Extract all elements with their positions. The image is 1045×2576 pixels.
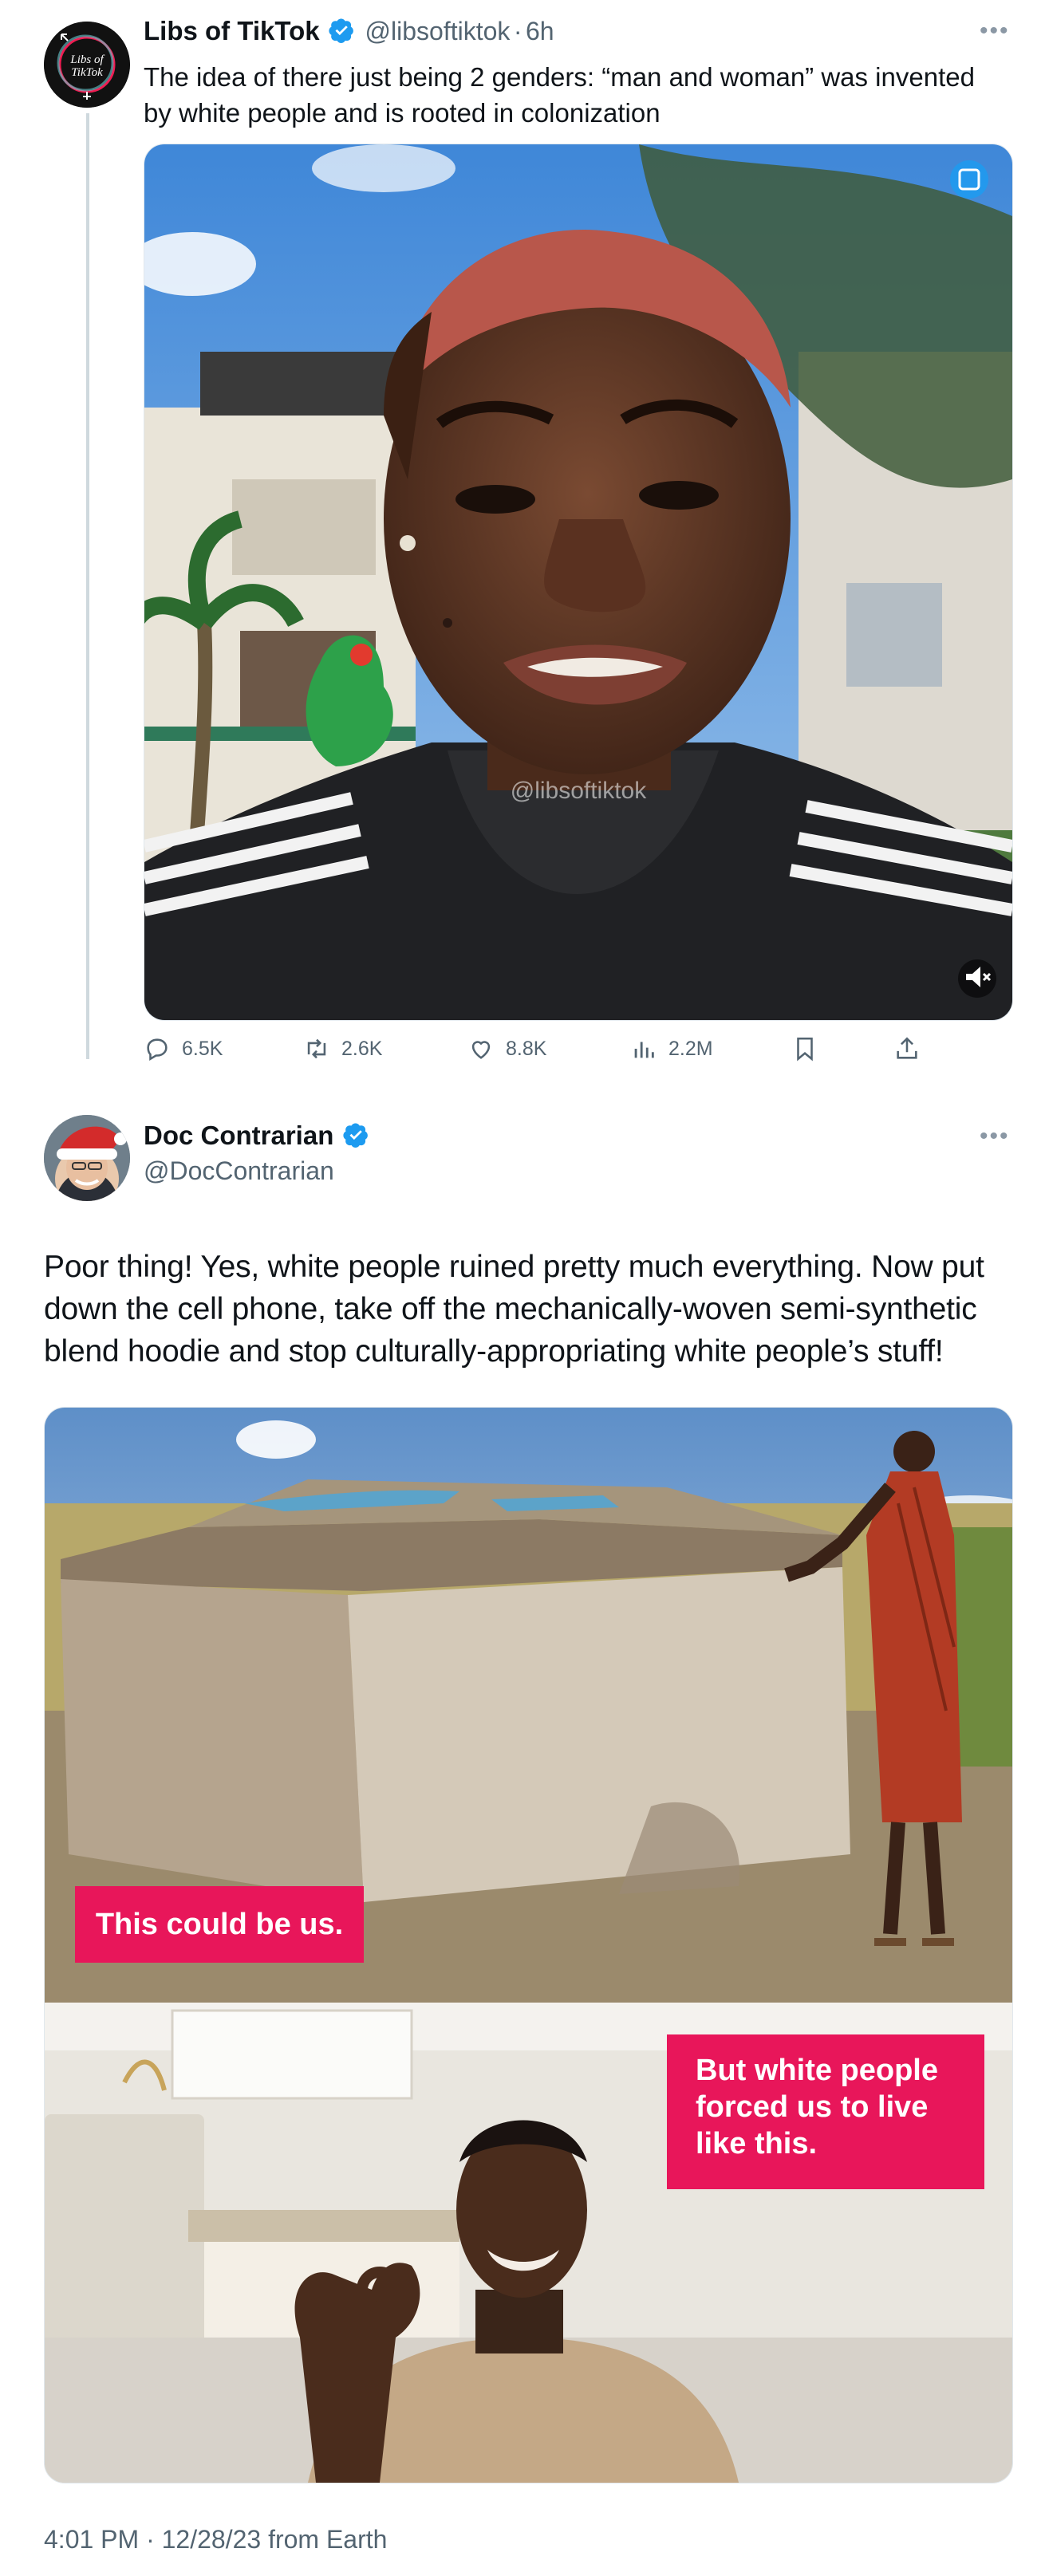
more-options-icon[interactable]: •••: [980, 1123, 1010, 1150]
tweet-text-line: The idea of there just being 2 genders: …: [144, 62, 975, 92]
separator: ·: [513, 17, 522, 45]
caption-line: like this.: [696, 2127, 818, 2160]
display-name[interactable]: Libs of TikTok: [144, 16, 320, 45]
caption-line: forced us to live: [696, 2090, 929, 2124]
meme-image[interactable]: This could be us. But white people force…: [44, 1407, 1013, 2483]
caption-line: But white people: [696, 2054, 938, 2087]
santa-hat-avatar: [44, 1115, 130, 1201]
reply-text-line: blend hoodie and stop culturally-appropr…: [44, 1334, 944, 1369]
avatar[interactable]: [44, 1115, 130, 1201]
tweet-text: The idea of there just being 2 genders: …: [144, 59, 1021, 131]
handle[interactable]: @DocContrarian: [144, 1156, 334, 1186]
post-time[interactable]: 6h: [526, 17, 554, 45]
more-options-icon[interactable]: •••: [980, 18, 1010, 45]
views-button[interactable]: 2.2M: [630, 1035, 713, 1062]
reply-count: 6.5K: [182, 1037, 223, 1060]
tweet-header: Libs of TikTok @libsoftiktok · 6h: [144, 16, 554, 53]
like-button[interactable]: 8.8K: [467, 1035, 546, 1062]
reply-icon: [147, 1038, 168, 1062]
bookmark-button[interactable]: [791, 1035, 818, 1062]
reply-text-line: Poor thing! Yes, white people ruined pre…: [44, 1250, 984, 1284]
avatar[interactable]: Libs of TikTok: [44, 22, 130, 108]
verified-badge-icon: [343, 1123, 368, 1148]
svg-text:Libs of: Libs of: [69, 53, 104, 66]
like-count: 8.8K: [506, 1037, 547, 1060]
video-player[interactable]: @libsoftiktok: [144, 144, 1013, 1021]
share-button[interactable]: [893, 1035, 921, 1062]
thread-connector-line: [86, 113, 89, 1059]
retweet-button[interactable]: 2.6K: [303, 1035, 382, 1062]
video-watermark: @libsoftiktok: [511, 778, 648, 804]
retweet-count: 2.6K: [341, 1037, 383, 1060]
reply-header: Doc Contrarian: [144, 1121, 369, 1151]
video-frame: @libsoftiktok: [144, 144, 1012, 1020]
bookmark-icon: [797, 1037, 813, 1062]
heart-icon: [471, 1041, 491, 1059]
share-icon: [897, 1037, 917, 1059]
retweet-icon: [307, 1038, 326, 1059]
analytics-icon: [634, 1042, 654, 1058]
svg-text:TikTok: TikTok: [71, 66, 103, 79]
caption-bottom: But white people forced us to live like …: [667, 2034, 984, 2189]
handle[interactable]: @libsoftiktok: [365, 17, 511, 45]
verified-badge-icon: [329, 18, 353, 43]
caption-top: This could be us.: [75, 1886, 364, 1963]
post-timestamp[interactable]: 4:01 PM · 12/28/23 from Earth: [44, 2525, 387, 2554]
reply-text-line: down the cell phone, take off the mechan…: [44, 1292, 977, 1326]
libs-of-tiktok-logo: Libs of TikTok: [44, 22, 130, 108]
reply-text: Poor thing! Yes, white people ruined pre…: [44, 1246, 1017, 1373]
display-name[interactable]: Doc Contrarian: [144, 1121, 333, 1150]
tweet-text-line: by white people and is rooted in coloniz…: [144, 98, 661, 128]
reply-button[interactable]: 6.5K: [144, 1035, 223, 1062]
view-count: 2.2M: [668, 1037, 713, 1060]
